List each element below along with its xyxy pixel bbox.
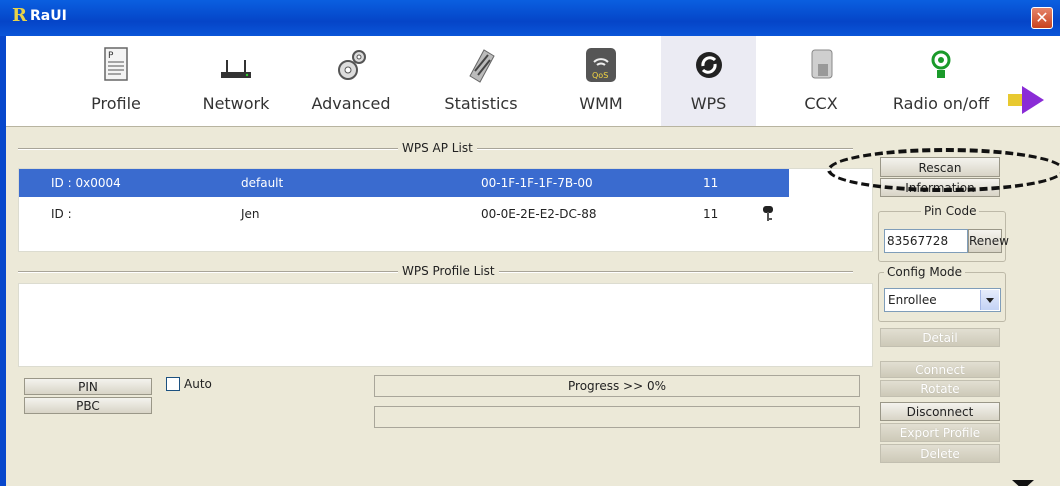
progress-bar-secondary: [374, 406, 860, 428]
pbc-button[interactable]: PBC: [24, 397, 152, 414]
wps-profile-list[interactable]: [18, 283, 873, 367]
toolbar-label-ccx: CCX: [804, 94, 838, 113]
ap-ssid: Jen: [241, 207, 260, 221]
network-icon: [221, 60, 251, 78]
ap-ssid: default: [241, 176, 284, 190]
toolbar-statistics[interactable]: Statistics: [426, 36, 536, 126]
config-mode-select[interactable]: Enrollee: [884, 288, 1001, 312]
wps-ap-list-title: WPS AP List: [398, 141, 477, 155]
wps-profile-list-title: WPS Profile List: [398, 264, 499, 278]
lock-icon: [763, 206, 773, 221]
pin-button[interactable]: PIN: [24, 378, 152, 395]
toolbar-label-statistics: Statistics: [444, 94, 518, 113]
ap-channel: 11: [703, 176, 719, 190]
svg-text:P: P: [108, 51, 114, 61]
toolbar-label-wmm: WMM: [579, 94, 623, 113]
wmm-icon: QoS: [586, 48, 616, 82]
raui-window: R RaUI ✕ P Profile Network Advanced Stat…: [0, 0, 1060, 486]
toolbar-label-advanced: Advanced: [311, 94, 391, 113]
detail-button[interactable]: Detail: [880, 328, 1000, 347]
toolbar-ccx[interactable]: CCX: [776, 36, 866, 126]
progress-text: Progress >> 0%: [568, 379, 666, 393]
config-mode-title: Config Mode: [884, 265, 966, 279]
svg-text:QoS: QoS: [592, 71, 608, 80]
ccx-icon: [811, 49, 833, 79]
window-title: RaUI: [30, 8, 67, 24]
wps-ap-list: ID : 0x0004 default 00-1F-1F-1F-7B-00 11…: [18, 168, 873, 252]
toolbar-radio[interactable]: Radio on/off: [876, 36, 1006, 126]
toolbar: P Profile Network Advanced Statistics Qo…: [6, 36, 1060, 127]
ap-row[interactable]: ID : Jen 00-0E-2E-E2-DC-88 11: [19, 200, 789, 228]
toolbar-label-network: Network: [202, 94, 270, 113]
renew-button[interactable]: Renew: [968, 229, 1009, 253]
ap-id: ID : 0x0004: [51, 176, 121, 190]
scroll-right-icon[interactable]: [1022, 86, 1044, 114]
title-bar: R RaUI ✕: [0, 0, 1060, 36]
export-profile-button[interactable]: Export Profile: [880, 423, 1000, 442]
connect-button[interactable]: Connect: [880, 361, 1000, 378]
pin-code-field[interactable]: 83567728: [884, 229, 968, 253]
toolbar-network[interactable]: Network: [186, 36, 286, 126]
rotate-button[interactable]: Rotate: [880, 380, 1000, 397]
config-mode-value: Enrollee: [888, 293, 937, 307]
auto-checkbox[interactable]: [166, 377, 180, 391]
raui-logo: R: [12, 5, 27, 26]
scroll-down-icon[interactable]: [1012, 480, 1034, 486]
toolbar-profile[interactable]: P Profile: [66, 36, 166, 126]
toolbar-advanced[interactable]: Advanced: [296, 36, 406, 126]
ap-id: ID :: [51, 207, 72, 221]
disconnect-button[interactable]: Disconnect: [880, 402, 1000, 421]
toolbar-label-wps: WPS: [690, 94, 727, 113]
chevron-down-icon[interactable]: [980, 290, 999, 310]
wps-icon: [695, 52, 722, 78]
progress-bar: Progress >> 0%: [374, 375, 860, 397]
toolbar-wps[interactable]: WPS: [661, 36, 756, 126]
ap-bssid: 00-0E-2E-E2-DC-88: [481, 207, 597, 221]
toolbar-wmm[interactable]: QoS WMM: [556, 36, 646, 126]
ap-channel: 11: [703, 207, 719, 221]
profile-icon: P: [104, 47, 128, 81]
statistics-icon: [469, 49, 495, 83]
close-button[interactable]: ✕: [1031, 7, 1053, 29]
pin-code-title: Pin Code: [921, 204, 980, 218]
toolbar-label-radio: Radio on/off: [892, 94, 990, 113]
radio-icon: [931, 50, 951, 78]
toolbar-label-profile: Profile: [91, 94, 141, 113]
highlight-annotation: [827, 148, 1060, 192]
ap-row[interactable]: ID : 0x0004 default 00-1F-1F-1F-7B-00 11: [19, 169, 789, 197]
auto-checkbox-label: Auto: [184, 377, 212, 391]
delete-button[interactable]: Delete: [880, 444, 1000, 463]
advanced-icon: [338, 50, 366, 80]
ap-bssid: 00-1F-1F-1F-7B-00: [481, 176, 593, 190]
